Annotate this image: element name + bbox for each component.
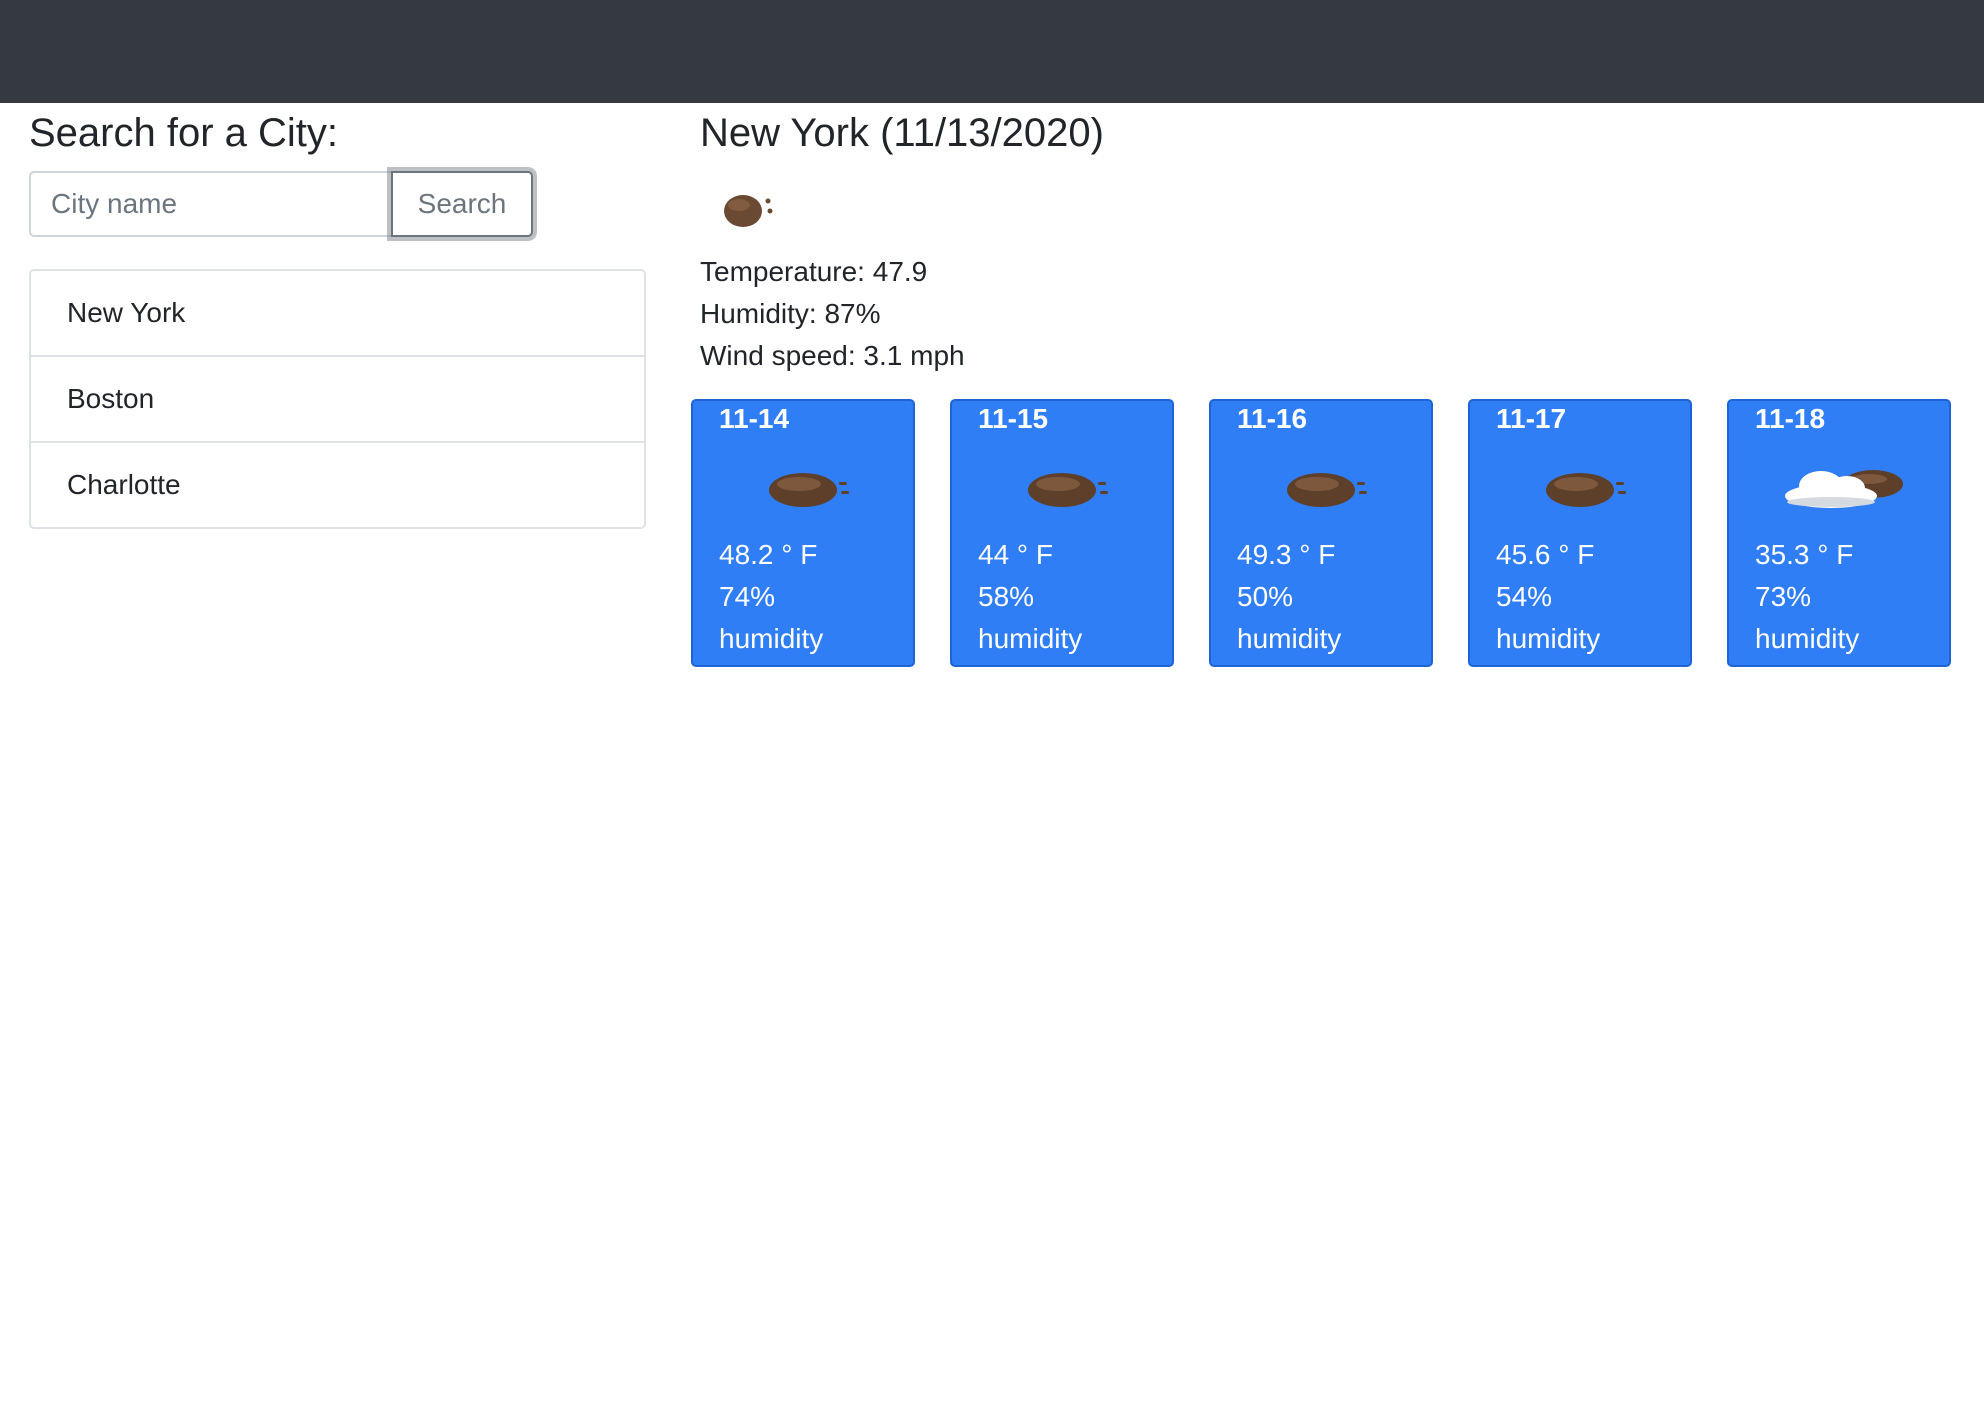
current-stats: Temperature: 47.9 Humidity: 87% Wind spe…: [700, 251, 1960, 377]
forecast-temp: 35.3 ° F: [1755, 539, 1854, 570]
forecast-date: 11-14: [719, 403, 790, 434]
forecast-date: 11-17: [1496, 403, 1567, 434]
forecast-temp: 49.3 ° F: [1237, 539, 1336, 570]
search-row: Search: [29, 171, 646, 239]
current-wind-speed: Wind speed: 3.1 mph: [700, 340, 965, 371]
partly-cloudy-icon: [1755, 436, 1923, 534]
navbar: [0, 0, 1984, 103]
search-history-list: New York Boston Charlotte: [29, 269, 646, 529]
forecast-humidity-label: humidity: [1496, 623, 1601, 654]
forecast-humidity: 73%: [1755, 581, 1812, 612]
forecast-humidity-label: humidity: [1755, 623, 1860, 654]
search-panel: Search for a City: Search New York Bosto…: [29, 103, 646, 529]
current-temperature: Temperature: 47.9: [700, 256, 928, 287]
forecast-humidity-label: humidity: [1237, 623, 1342, 654]
history-item-boston[interactable]: Boston: [31, 357, 644, 443]
search-heading: Search for a City:: [29, 111, 339, 155]
forecast-humidity-label: humidity: [719, 623, 824, 654]
current-humidity: Humidity: 87%: [700, 298, 881, 329]
cloud-icon: [978, 436, 1146, 534]
city-search-input[interactable]: [29, 171, 391, 237]
cloud-icon: [719, 436, 887, 534]
forecast-card: 11-17 45.6 ° F 54% humidity: [1468, 399, 1692, 667]
history-item-charlotte[interactable]: Charlotte: [31, 443, 644, 527]
five-day-forecast: 11-14 48.2 ° F 74% humidity 11-15 44 ° F…: [691, 399, 1951, 667]
forecast-humidity: 50%: [1237, 581, 1294, 612]
history-item-new-york[interactable]: New York: [31, 271, 644, 357]
forecast-humidity-label: humidity: [978, 623, 1083, 654]
forecast-temp: 45.6 ° F: [1496, 539, 1595, 570]
forecast-date: 11-16: [1237, 403, 1308, 434]
forecast-card: 11-14 48.2 ° F 74% humidity: [691, 399, 915, 667]
forecast-card: 11-15 44 ° F 58% humidity: [950, 399, 1174, 667]
cloud-icon: [1237, 436, 1405, 534]
forecast-date: 11-15: [978, 403, 1049, 434]
forecast-humidity: 54%: [1496, 581, 1553, 612]
weather-panel: New York (11/13/2020) Temperature: 47.9 …: [691, 103, 1960, 667]
forecast-humidity: 74%: [719, 581, 776, 612]
forecast-date: 11-18: [1755, 403, 1826, 434]
search-button[interactable]: Search: [391, 171, 533, 237]
forecast-card: 11-16 49.3 ° F 50% humidity: [1209, 399, 1433, 667]
forecast-card: 11-18 35.3 ° F 73% humidity: [1727, 399, 1951, 667]
cloud-icon: [720, 181, 780, 231]
forecast-temp: 48.2 ° F: [719, 539, 818, 570]
forecast-humidity: 58%: [978, 581, 1035, 612]
cloud-icon: [1496, 436, 1664, 534]
current-city-title: New York (11/13/2020): [700, 111, 1104, 155]
forecast-temp: 44 ° F: [978, 539, 1054, 570]
